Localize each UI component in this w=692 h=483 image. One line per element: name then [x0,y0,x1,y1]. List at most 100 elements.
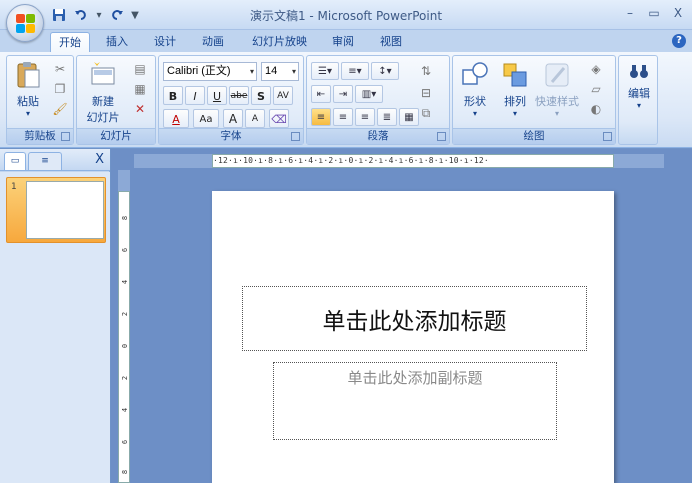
ruler-tick: 8 [121,215,129,221]
line-spacing-icon[interactable]: ↕▾ [371,62,399,80]
font-name-select[interactable]: Calibri (正文) ▾ [163,62,257,81]
font-group-label: 字体 [159,128,303,144]
ruler-tick: 0 [121,343,129,349]
format-painter-icon[interactable]: 🖌 [51,100,69,118]
strikethrough-button[interactable]: abe [229,86,249,105]
title-placeholder[interactable]: 单击此处添加标题 [242,286,587,351]
vertical-ruler: 8 6 4 2 0 2 4 6 8 [118,191,130,483]
close-pane-button[interactable]: X [95,152,104,167]
tab-animations[interactable]: 动画 [194,32,232,52]
shadow-button[interactable]: S [251,86,271,105]
new-slide-button[interactable]: 新建 幻灯片 [79,60,127,125]
paragraph-group-label: 段落 [307,128,449,144]
shape-effects-icon[interactable]: ◐ [587,100,605,118]
tab-slides-thumbnails[interactable]: ▭ [4,152,26,170]
minimize-icon[interactable]: – [622,5,638,21]
font-group: Calibri (正文) ▾ 14 ▾ B I U abe S AV A Aa A … [158,55,304,145]
paragraph-group: ☰▾ ≡▾ ↕▾ ⇅ ⇤ ⇥ ▥▾ ⊟ ≡ ≡ ≡ ≣ ▦ ⧉ 段落 [306,55,450,145]
clipboard-group: 粘贴 ▾ ✂ ❐ 🖌 剪贴板 [6,55,74,145]
maximize-icon[interactable]: ▭ [646,5,662,21]
bullets-icon[interactable]: ☰▾ [311,62,339,80]
paste-button[interactable]: 粘贴 ▾ [11,60,45,118]
drawing-group-label: 绘图 [453,128,615,144]
close-button[interactable]: X [670,5,686,21]
drawing-group: 形状 ▾ 排列 ▾ 快速样式 ▾ ◈ ▱ ◐ 绘图 [452,55,616,145]
arrange-icon [503,63,527,87]
clear-formatting-icon[interactable]: ⌫ [269,109,289,128]
office-logo-icon [16,14,36,34]
tab-review[interactable]: 审阅 [324,32,362,52]
decrease-indent-icon[interactable]: ⇤ [311,85,331,103]
shrink-font-button[interactable]: A [245,109,265,128]
slide-number: 1 [11,182,17,192]
shapes-button[interactable]: 形状 ▾ [455,60,495,118]
distributed-icon[interactable]: ▦ [399,108,419,126]
clipboard-launcher-icon[interactable] [61,132,70,141]
tab-insert[interactable]: 插入 [98,32,136,52]
pane-tabs: ▭ ≡ X [0,149,110,171]
font-color-button[interactable]: A [163,109,189,128]
slide-thumbnail-preview [26,181,104,239]
align-center-icon[interactable]: ≡ [333,108,353,126]
quick-styles-button[interactable]: 快速样式 ▾ [533,60,581,118]
editing-group: 编辑 ▾ [618,55,658,145]
slides-group-label: 幻灯片 [77,128,155,144]
delete-slide-icon[interactable]: ✕ [131,100,149,118]
numbering-icon[interactable]: ≡▾ [341,62,369,80]
increase-indent-icon[interactable]: ⇥ [333,85,353,103]
font-launcher-icon[interactable] [291,132,300,141]
thumbnail-list: 1 [0,172,110,483]
slide[interactable]: 单击此处添加标题 单击此处添加副标题 [212,191,614,483]
quick-styles-icon [545,63,569,87]
tab-slide-show[interactable]: 幻灯片放映 [244,32,315,52]
copy-icon[interactable]: ❐ [51,80,69,98]
ribbon: 粘贴 ▾ ✂ ❐ 🖌 剪贴板 新建 幻灯片 ▤ ▦ ✕ 幻灯片 Calibri … [0,52,692,148]
change-case-button[interactable]: Aa [193,109,219,128]
shape-fill-icon[interactable]: ◈ [587,60,605,78]
align-text-icon[interactable]: ⊟ [417,84,435,102]
office-button[interactable] [6,4,44,42]
bold-button[interactable]: B [163,86,183,105]
binoculars-icon [630,65,648,78]
title-bar: ▾ ▼ 演示文稿1 - Microsoft PowerPoint – ▭ X [0,0,692,30]
italic-button[interactable]: I [185,86,205,105]
tab-outline[interactable]: ≡ [28,152,62,170]
horizontal-ruler: ·12·ı·10·ı·8·ı·6·ı·4·ı·2·ı·0·ı·2·ı·4·ı·6… [212,154,614,168]
reset-icon[interactable]: ▦ [131,80,149,98]
ruler-tick: 6 [121,439,129,445]
new-slide-icon [91,62,115,85]
shapes-icon [462,62,488,85]
ruler-tick: 2 [121,375,129,381]
tab-design[interactable]: 设计 [146,32,184,52]
window-title: 演示文稿1 - Microsoft PowerPoint [249,9,443,23]
layout-icon[interactable]: ▤ [131,60,149,78]
subtitle-placeholder[interactable]: 单击此处添加副标题 [273,362,557,440]
ruler-tick: 2 [121,311,129,317]
ruler-tick: 6 [121,247,129,253]
underline-button[interactable]: U [207,86,227,105]
slides-group: 新建 幻灯片 ▤ ▦ ✕ 幻灯片 [76,55,156,145]
tab-home[interactable]: 开始 [50,32,90,52]
paragraph-launcher-icon[interactable] [437,132,446,141]
align-right-icon[interactable]: ≡ [355,108,375,126]
font-size-select[interactable]: 14 ▾ [261,62,299,81]
text-direction-icon[interactable]: ⇅ [417,62,435,80]
tab-view[interactable]: 视图 [372,32,410,52]
editing-button[interactable]: 编辑 ▾ [621,62,657,110]
slide-thumbnail[interactable]: 1 [6,177,106,243]
justify-icon[interactable]: ≣ [377,108,397,126]
shape-outline-icon[interactable]: ▱ [587,80,605,98]
arrange-button[interactable]: 排列 ▾ [495,60,535,118]
drawing-launcher-icon[interactable] [603,132,612,141]
ruler-tick: 4 [121,407,129,413]
ruler-tick: 8 [121,469,129,475]
ribbon-tab-bar: 开始 插入 设计 动画 幻灯片放映 审阅 视图 [0,30,692,52]
ruler-tick: 4 [121,279,129,285]
grow-font-button[interactable]: A [223,109,243,128]
smartart-icon[interactable]: ⧉ [417,104,435,122]
character-spacing-button[interactable]: AV [273,86,293,105]
align-left-icon[interactable]: ≡ [311,108,331,126]
cut-icon[interactable]: ✂ [51,60,69,78]
columns-icon[interactable]: ▥▾ [355,85,383,103]
help-icon[interactable]: ? [672,34,686,48]
